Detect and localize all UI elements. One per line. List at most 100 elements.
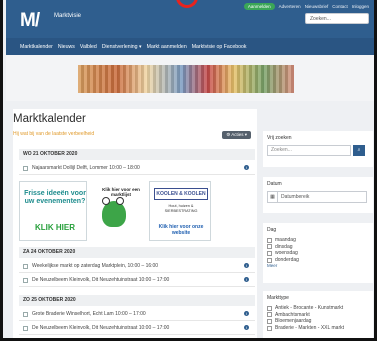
top-link-contact[interactable]: Contact [332, 4, 348, 9]
frog-eye-icon [102, 197, 110, 205]
event-checkbox[interactable] [23, 263, 28, 269]
type-checkbox[interactable] [267, 312, 272, 318]
aanmelden-button[interactable]: Aanmelden [243, 3, 275, 10]
header-search-input[interactable]: Zoeken... [305, 13, 369, 24]
day-label: maandag [275, 237, 296, 243]
page-subtitle: Hij wat bij van de laatste verbeelheid [13, 131, 95, 137]
event-row[interactable]: De Neuzelbeem Kleinvolk, Dit Neuzehtuins… [19, 322, 255, 335]
event-row[interactable]: De Neuzelbeem Kleinvolk, Dit Neuzehtuins… [19, 274, 255, 287]
type-widget-title: Markttype [267, 295, 289, 301]
top-link-nieuwsbrief[interactable]: Nieuwsbrief [305, 4, 329, 9]
event-title[interactable]: De Neuzelbeem Kleinvolk, Dit Neuzehtuins… [32, 325, 169, 331]
day-checkbox[interactable] [267, 257, 272, 263]
info-icon[interactable]: i [244, 263, 249, 268]
day-checkbox[interactable] [267, 237, 272, 243]
date-widget-title: Datum [267, 181, 282, 187]
day-option[interactable]: donderdag [267, 257, 299, 264]
type-checkbox[interactable] [267, 305, 272, 311]
info-icon[interactable]: i [244, 165, 249, 170]
date-range-input[interactable]: ▦ Datumbereik [267, 191, 367, 203]
day-filter-list: maandag dinsdag woensdag donderdag Meer [267, 237, 299, 270]
type-option[interactable]: Ambachtsmarkt [267, 312, 344, 319]
event-title[interactable]: Najaarsmarkt Dollijl Delft, Lommer 10:00… [32, 165, 140, 171]
advert-koolen[interactable]: KOOLEN & KOOLEN Hout, huizen & SIERBESTR… [149, 181, 211, 241]
day-label: dinsdag [275, 243, 293, 250]
day-label: donderdag [275, 256, 299, 263]
event-checkbox[interactable] [23, 325, 28, 331]
nav-item-facebook[interactable]: Marktvisie op Facebook [192, 44, 247, 50]
type-option[interactable]: Antiek - Brocante - Kunstmarkt [267, 305, 344, 312]
day-option[interactable]: woensdag [267, 250, 299, 257]
calendar-icon: ▦ [268, 192, 278, 202]
calendar-content: Marktkalender Hij wat bij van de laatste… [13, 109, 257, 338]
search-icon[interactable]: ⌕ [353, 145, 365, 156]
day-widget-title: Dag [267, 227, 277, 233]
day-option[interactable]: dinsdag [267, 244, 299, 251]
day-checkbox[interactable] [267, 250, 272, 256]
day-label: woensdag [275, 250, 298, 257]
sidebar-search-input[interactable]: Zoeken... [267, 145, 351, 156]
nav-item-nieuws[interactable]: Nieuws [58, 44, 75, 50]
top-link-inloggen[interactable]: Inloggen [352, 4, 369, 9]
event-title[interactable]: De Neuzelbeem Kleinvolk, Dit Neuzehtuins… [32, 277, 169, 283]
date-widget: Datum ▦ Datumbereik [263, 177, 373, 213]
info-icon[interactable]: i [244, 325, 249, 330]
type-option[interactable]: Braderie - Markten - XXL markt [267, 325, 344, 332]
top-link-adverteren[interactable]: Adverteren [279, 4, 301, 9]
event-row[interactable]: Grote Braderie Winselhort, Echt Lam 10:0… [19, 308, 255, 321]
event-checkbox[interactable] [23, 165, 28, 171]
main-nav: Marktkalender Nieuws Valbled Dienstverle… [6, 38, 374, 55]
advert-row: Frisse ideeën voor uw evenementen? KLIK … [19, 181, 255, 241]
banner-texture [78, 65, 294, 93]
site-logo[interactable]: M/ [20, 10, 40, 32]
type-option[interactable]: Bloemenjaardag [267, 318, 344, 325]
type-widget: Markttype Antiek - Brocante - Kunstmarkt… [263, 291, 373, 338]
nav-item-valbled[interactable]: Valbled [80, 44, 97, 50]
type-label: Braderie - Markten - XXL markt [275, 324, 345, 331]
day-header: ZO 25 OKTOBER 2020 [19, 295, 255, 306]
info-icon[interactable]: i [244, 311, 249, 316]
nav-item-marktkalender[interactable]: Marktkalender [20, 44, 53, 50]
banner-area [6, 55, 374, 101]
advert-frog-text: Klik hier voor een marktlijst [102, 187, 140, 197]
info-icon[interactable]: i [244, 277, 249, 282]
logo-text: M/ [20, 10, 40, 31]
advert-frog[interactable]: Klik hier voor een marktlijst [87, 181, 143, 241]
koolen-cta[interactable]: Klik hier voor onze website [156, 224, 206, 236]
type-filter-list: Antiek - Brocante - Kunstmarkt Ambachtsm… [267, 305, 344, 331]
header-banner-image[interactable] [78, 65, 294, 93]
type-checkbox[interactable] [267, 318, 272, 324]
search-widget: Vrij zoeken Zoeken... ⌕ [263, 131, 373, 167]
event-title[interactable]: Grote Braderie Winselhort, Echt Lam 10:0… [32, 311, 146, 317]
event-checkbox[interactable] [23, 311, 28, 317]
advert-events-cta[interactable]: KLIK HIER [24, 223, 86, 232]
type-label: Ambachtsmarkt [275, 311, 310, 318]
page-frame: M/ Marktvisie Aanmelden Adverteren Nieuw… [0, 0, 377, 341]
nav-item-dienstverlening[interactable]: Dienstverlening ▾ [102, 44, 142, 50]
date-range-placeholder: Datumbereik [281, 194, 310, 200]
page-title: Marktkalender [13, 113, 86, 125]
type-label: Antiek - Brocante - Kunstmarkt [275, 305, 344, 311]
sidebar: Vrij zoeken Zoeken... ⌕ Datum ▦ Datumber… [263, 109, 373, 338]
site-name: Marktvisie [54, 13, 82, 19]
koolen-logo: KOOLEN & KOOLEN [154, 188, 208, 200]
actions-button[interactable]: ⚙ Acties ▾ [222, 131, 251, 139]
day-header: ZA 24 OKTOBER 2020 [19, 247, 255, 258]
advert-events[interactable]: Frisse ideeën voor uw evenementen? KLIK … [19, 181, 87, 241]
day-widget: Dag maandag dinsdag woensdag donderdag M… [263, 223, 373, 283]
top-links: Aanmelden Adverteren Nieuwsbrief Contact… [243, 3, 369, 10]
event-row[interactable]: Najaarsmarkt Dollijl Delft, Lommer 10:00… [19, 162, 255, 175]
more-link[interactable]: Meer [267, 263, 299, 270]
type-checkbox[interactable] [267, 325, 272, 331]
event-row[interactable]: Weekelijkse markt op zaterdag Marktplein… [19, 260, 255, 273]
frog-eye-icon [116, 197, 124, 205]
day-header: WO 21 OKTOBER 2020 [19, 149, 255, 160]
day-option[interactable]: maandag [267, 237, 299, 244]
day-checkbox[interactable] [267, 244, 272, 250]
koolen-tagline: Hout, huizen & SIERBESTRATING [164, 204, 198, 213]
type-label: Bloemenjaardag [275, 318, 312, 325]
nav-item-markt-aanmelden[interactable]: Markt aanmelden [147, 44, 187, 50]
search-widget-title: Vrij zoeken [267, 135, 292, 141]
event-title[interactable]: Weekelijkse markt op zaterdag Marktplein… [32, 263, 158, 269]
event-checkbox[interactable] [23, 277, 28, 283]
